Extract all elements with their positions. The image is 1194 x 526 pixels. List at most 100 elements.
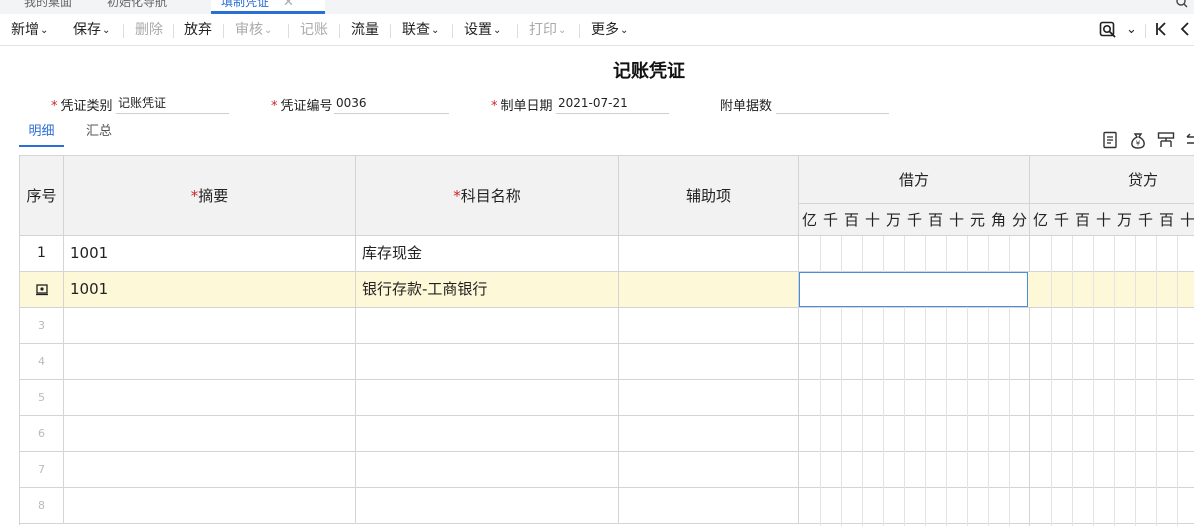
prev-record-icon[interactable] xyxy=(1178,21,1190,41)
date-field[interactable]: 2021-07-21 xyxy=(556,92,669,114)
header-text: 科目名称 xyxy=(460,187,521,205)
divider xyxy=(517,24,518,38)
save-button[interactable]: 保存⌄ xyxy=(73,20,110,42)
tab-my-desktop[interactable]: 我的桌面 xyxy=(24,0,72,14)
chevron-down-icon: ⌄ xyxy=(620,25,629,36)
account-cell[interactable] xyxy=(356,488,619,524)
aux-cell[interactable] xyxy=(619,344,799,380)
table-row[interactable]: 4 xyxy=(20,344,1194,380)
more-button[interactable]: 更多⌄ xyxy=(591,20,628,42)
search-icon[interactable] xyxy=(1176,0,1188,11)
aux-cell[interactable] xyxy=(619,308,799,344)
digit-header: 元 xyxy=(967,204,988,236)
table-row[interactable]: 8 xyxy=(20,488,1194,524)
print-button[interactable]: 打印⌄ xyxy=(529,20,566,42)
summary-cell[interactable] xyxy=(64,452,356,488)
row-seq-cell[interactable]: 4 xyxy=(20,344,64,380)
account-cell[interactable]: 库存现金 xyxy=(356,236,619,272)
aux-cell[interactable] xyxy=(619,272,799,308)
delete-button[interactable]: 删除 xyxy=(135,20,163,40)
aux-cell[interactable] xyxy=(619,380,799,416)
row-seq-cell[interactable]: 8 xyxy=(20,488,64,524)
document-icon[interactable] xyxy=(1102,131,1120,149)
summary-cell[interactable]: 1001 xyxy=(64,272,356,308)
review-button[interactable]: 审核⌄ xyxy=(235,20,272,42)
summary-cell[interactable] xyxy=(64,488,356,524)
aux-cell[interactable] xyxy=(619,488,799,524)
digit-header: 亿 xyxy=(799,204,820,236)
aux-cell[interactable] xyxy=(619,416,799,452)
account-cell[interactable] xyxy=(356,380,619,416)
header-debit: 借方 xyxy=(799,156,1030,204)
chevron-down-icon: ⌄ xyxy=(493,25,502,36)
account-cell[interactable]: 银行存款-工商银行 xyxy=(356,272,619,308)
digit-gridline xyxy=(1114,236,1115,526)
voucher-type-field[interactable]: 记账凭证 xyxy=(116,92,229,114)
tab-init-nav[interactable]: 初始化导航 xyxy=(107,0,167,14)
digit-gridline xyxy=(1177,236,1178,526)
tab-detail[interactable]: 明细 xyxy=(19,122,64,147)
voucher-no-field[interactable]: 0036 xyxy=(334,92,449,114)
tab-label: 我的桌面 xyxy=(24,0,73,9)
table-row[interactable]: 5 xyxy=(20,380,1194,416)
digit-gridline xyxy=(1051,236,1052,526)
tab-summary[interactable]: 汇总 xyxy=(86,122,112,147)
header-summary: * 摘要 xyxy=(64,156,356,236)
tab-label: 填制凭证 xyxy=(221,0,270,9)
summary-cell[interactable] xyxy=(64,416,356,452)
table-row[interactable]: 6 xyxy=(20,416,1194,452)
chevron-down-icon[interactable]: ⌄ xyxy=(1126,21,1137,39)
divider xyxy=(390,24,391,38)
divider xyxy=(1145,24,1146,38)
attachments-label: 附单据数 xyxy=(720,99,773,114)
close-icon[interactable]: ✕ xyxy=(283,0,294,10)
divider xyxy=(123,24,124,38)
lookup-button[interactable]: 联查⌄ xyxy=(402,20,439,42)
aux-cell[interactable] xyxy=(619,452,799,488)
attachments-field[interactable] xyxy=(776,92,889,114)
preview-icon[interactable] xyxy=(1099,21,1117,43)
new-button[interactable]: 新增⌄ xyxy=(11,20,48,42)
tab-fill-voucher[interactable]: 填制凭证 ✕ xyxy=(211,0,325,14)
money-bag-icon[interactable]: ¥ xyxy=(1129,131,1147,149)
settings-button[interactable]: 设置⌄ xyxy=(464,20,501,42)
account-cell[interactable] xyxy=(356,308,619,344)
divider xyxy=(339,24,340,38)
row-seq-cell[interactable]: 1 xyxy=(20,236,64,272)
discard-button[interactable]: 放弃 xyxy=(184,20,212,40)
row-action-icon[interactable] xyxy=(35,282,49,296)
debit-amount-input[interactable] xyxy=(799,272,1028,307)
swap-icon[interactable] xyxy=(1184,131,1194,149)
flow-button[interactable]: 流量 xyxy=(351,20,379,40)
divider xyxy=(288,24,289,38)
row-seq-cell[interactable]: 3 xyxy=(20,308,64,344)
tab-strip: 我的桌面 初始化导航 填制凭证 ✕ xyxy=(0,0,1194,14)
digit-header: 千 xyxy=(820,204,841,236)
header-account: * 科目名称 xyxy=(356,156,619,236)
summary-cell[interactable] xyxy=(64,380,356,416)
voucher-entry-table: 序号 * 摘要 * 科目名称 辅助项 借方 贷方 亿千百十万千百十元角分亿千百十万千… xyxy=(19,155,1194,526)
row-seq-cell[interactable] xyxy=(20,272,64,308)
account-cell[interactable] xyxy=(356,416,619,452)
row-seq-cell[interactable]: 5 xyxy=(20,380,64,416)
account-cell[interactable] xyxy=(356,344,619,380)
table-row[interactable]: 1 1001 库存现金 xyxy=(20,236,1194,272)
toolbar: 新增⌄ 保存⌄ 删除 放弃 审核⌄ 记账 流量 联查⌄ 设置⌄ 打印⌄ 更多⌄ … xyxy=(0,14,1194,46)
row-seq-cell[interactable]: 7 xyxy=(20,452,64,488)
header-credit: 贷方 xyxy=(1030,156,1194,204)
hierarchy-icon[interactable] xyxy=(1157,131,1175,149)
summary-cell[interactable] xyxy=(64,344,356,380)
table-row[interactable]: 3 xyxy=(20,308,1194,344)
first-record-icon[interactable] xyxy=(1155,21,1167,41)
table-row[interactable]: 7 xyxy=(20,452,1194,488)
digit-gridline xyxy=(1135,236,1136,526)
post-button[interactable]: 记账 xyxy=(300,20,328,40)
row-seq-cell[interactable]: 6 xyxy=(20,416,64,452)
summary-cell[interactable]: 1001 xyxy=(64,236,356,272)
account-cell[interactable] xyxy=(356,452,619,488)
summary-cell[interactable] xyxy=(64,308,356,344)
label-text: 凭证编号 xyxy=(280,99,333,114)
aux-cell[interactable] xyxy=(619,236,799,272)
digit-header: 十 xyxy=(1093,204,1114,236)
digit-header: 万 xyxy=(1114,204,1135,236)
